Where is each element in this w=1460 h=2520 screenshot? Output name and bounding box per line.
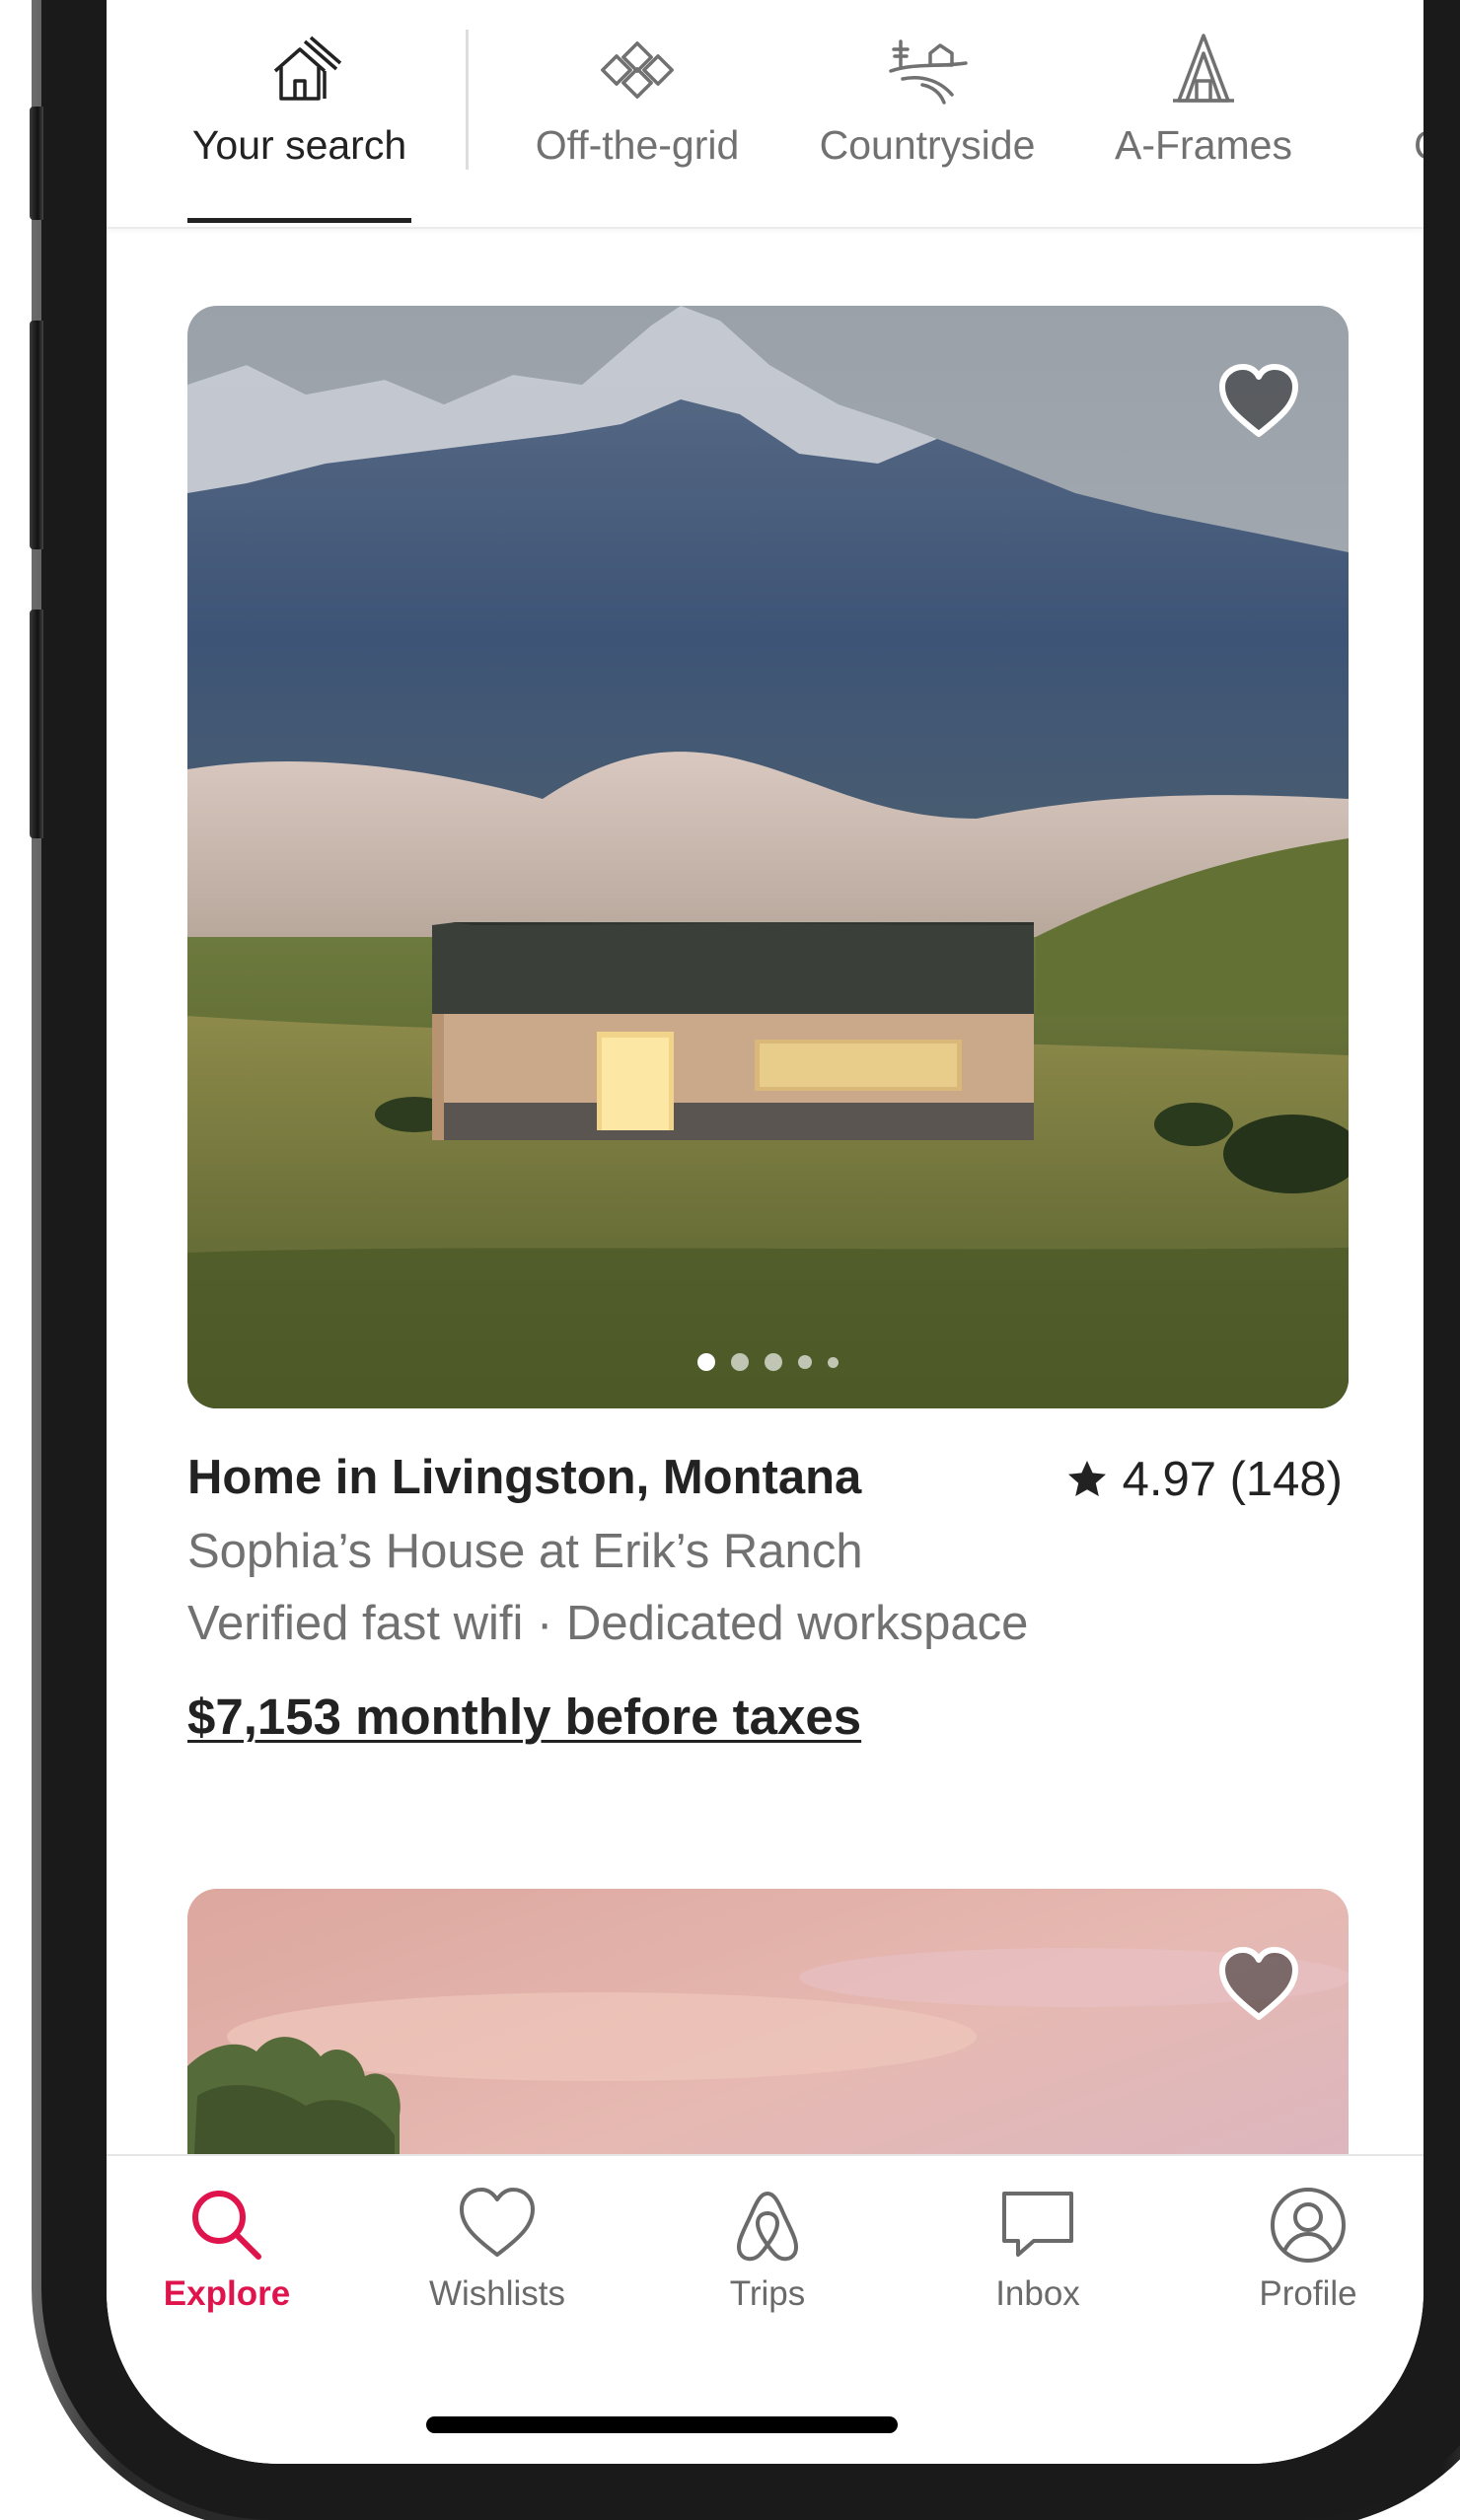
- landscape-photo: [187, 306, 1349, 1408]
- tab-inbox[interactable]: Inbox: [939, 2184, 1136, 2314]
- category-label: Your search: [191, 122, 407, 168]
- category-label: Countryside: [819, 122, 1036, 168]
- heart-icon: [460, 2188, 535, 2257]
- diamonds-icon: [601, 41, 674, 99]
- category-next-partial[interactable]: C: [1414, 24, 1424, 169]
- tab-wishlists[interactable]: Wishlists: [399, 2184, 596, 2314]
- tab-label: Wishlists: [428, 2274, 566, 2313]
- mute-switch: [30, 107, 43, 220]
- tab-profile[interactable]: Profile: [1209, 2184, 1407, 2314]
- active-category-indicator: [187, 218, 411, 223]
- listing-subtitle: Sophia’s House at Erik’s Ranch: [187, 1525, 863, 1578]
- category-divider: [466, 30, 469, 170]
- heart-icon[interactable]: [1216, 1944, 1301, 2023]
- carousel-dot[interactable]: [765, 1353, 782, 1371]
- heart-icon[interactable]: [1216, 361, 1301, 440]
- app-screen: Your search Off-the-grid Countryside A-F…: [107, 0, 1424, 2464]
- search-icon: [192, 2191, 261, 2260]
- category-label: A-Frames: [1115, 122, 1292, 168]
- tab-label: Trips: [729, 2274, 806, 2313]
- carousel-dot[interactable]: [697, 1353, 715, 1371]
- profile-icon: [1271, 2188, 1346, 2263]
- category-your-search[interactable]: Your search: [187, 24, 411, 169]
- listing-photo[interactable]: [187, 306, 1349, 1408]
- carousel-dot[interactable]: [798, 1355, 812, 1369]
- star-icon: [1067, 1461, 1106, 1496]
- listing-price[interactable]: $7,153 monthly before taxes: [187, 1688, 861, 1746]
- airbnb-logo-icon: [737, 2192, 798, 2262]
- listing-title[interactable]: Home in Livingston, Montana: [187, 1450, 861, 1505]
- tab-label: Profile: [1259, 2274, 1357, 2313]
- countryside-icon: [889, 39, 968, 105]
- category-bar: Your search Off-the-grid Countryside A-F…: [107, 0, 1424, 229]
- house-icon: [273, 36, 341, 101]
- tab-explore[interactable]: Explore: [128, 2184, 326, 2314]
- tab-trips[interactable]: Trips: [669, 2184, 866, 2314]
- listing-rating: 4.97 (148): [1065, 1452, 1343, 1507]
- rating-value: 4.97 (148): [1122, 1453, 1343, 1506]
- carousel-dot[interactable]: [731, 1353, 749, 1371]
- chat-bubble-icon: [1002, 2192, 1073, 2257]
- photo-carousel-dots: [187, 1353, 1349, 1371]
- tab-label: Explore: [163, 2274, 291, 2313]
- category-label: Off-the-grid: [535, 122, 740, 168]
- volume-up-button: [30, 321, 43, 549]
- listing-amenities: Verified fast wifi · Dedicated workspace: [187, 1597, 1029, 1650]
- category-countryside[interactable]: Countryside: [809, 24, 1046, 169]
- carousel-dot[interactable]: [828, 1356, 839, 1368]
- device-mockup: Your search Off-the-grid Countryside A-F…: [0, 0, 1460, 2520]
- volume-down-button: [30, 610, 43, 838]
- tab-label: Inbox: [995, 2274, 1080, 2313]
- a-frame-icon: [1173, 34, 1234, 103]
- home-indicator[interactable]: [426, 2416, 898, 2433]
- category-off-the-grid[interactable]: Off-the-grid: [519, 24, 756, 169]
- category-label: C: [1414, 122, 1424, 169]
- category-a-frames[interactable]: A-Frames: [1105, 24, 1302, 169]
